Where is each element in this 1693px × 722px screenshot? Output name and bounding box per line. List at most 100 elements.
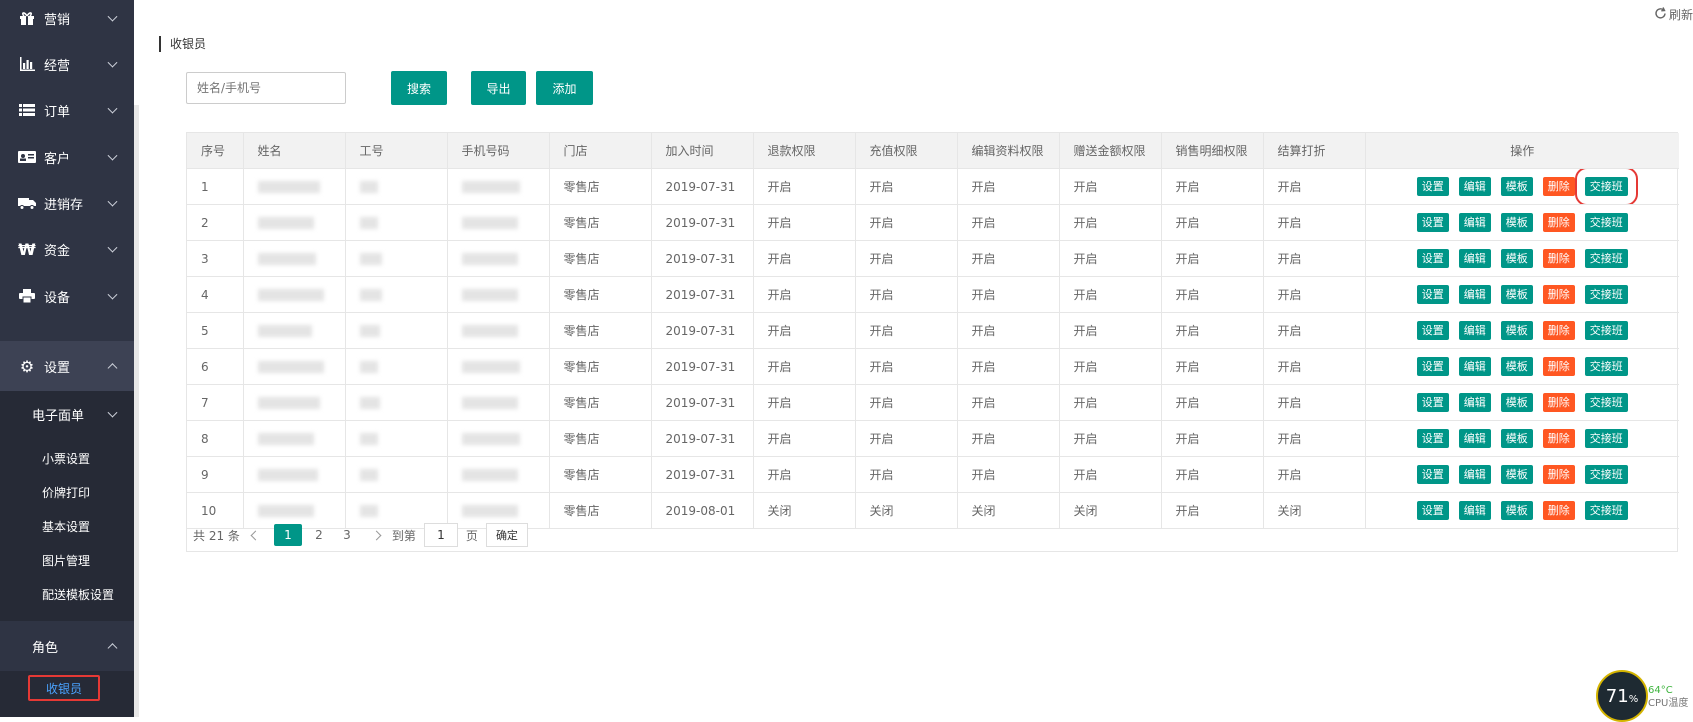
add-button[interactable]: 添加 <box>536 71 593 105</box>
edit-button[interactable]: 编辑 <box>1458 465 1491 484</box>
settings-button[interactable]: 设置 <box>1416 177 1449 196</box>
template-button[interactable]: 模板 <box>1500 285 1533 304</box>
settings-button[interactable]: 设置 <box>1416 501 1449 520</box>
template-button[interactable]: 模板 <box>1500 393 1533 412</box>
template-button[interactable]: 模板 <box>1500 357 1533 376</box>
sidebar-item-settings[interactable]: ⚙ 设置 <box>0 341 134 391</box>
sidebar-scrollbar[interactable] <box>134 105 139 717</box>
template-button[interactable]: 模板 <box>1500 321 1533 340</box>
sidebar-item-orders[interactable]: 订单 <box>0 85 134 135</box>
template-button[interactable]: 模板 <box>1500 249 1533 268</box>
delete-button[interactable]: 删除 <box>1542 429 1575 448</box>
settings-button[interactable]: 设置 <box>1416 285 1449 304</box>
page-3[interactable]: 3 <box>336 524 358 546</box>
joined-date-cell: 2019-07-31 <box>651 276 754 313</box>
delete-button[interactable]: 删除 <box>1542 357 1575 376</box>
sidebar-item-devices[interactable]: 设备 <box>0 271 134 321</box>
template-button[interactable]: 模板 <box>1500 465 1533 484</box>
sidebar-item-inventory[interactable]: 进销存 <box>0 178 134 228</box>
sidebar-sub-price-tag[interactable]: 价牌打印 <box>0 474 134 510</box>
delete-button[interactable]: 删除 <box>1542 321 1575 340</box>
shift-handover-button[interactable]: 交接班 <box>1584 429 1628 448</box>
page-2[interactable]: 2 <box>308 524 330 546</box>
shift-handover-button[interactable]: 交接班 <box>1584 321 1628 340</box>
column-header: 姓名 <box>243 133 346 169</box>
prev-page-icon[interactable] <box>250 530 261 540</box>
settings-button[interactable]: 设置 <box>1416 249 1449 268</box>
settings-button[interactable]: 设置 <box>1416 393 1449 412</box>
delete-button[interactable]: 删除 <box>1542 285 1575 304</box>
page-1[interactable]: 1 <box>273 524 302 546</box>
search-input[interactable] <box>186 72 346 104</box>
shift-handover-button[interactable]: 交接班 <box>1584 249 1628 268</box>
next-page-icon[interactable] <box>371 530 382 540</box>
sidebar-sub-basic[interactable]: 基本设置 <box>0 508 134 544</box>
staff-id-cell <box>345 348 448 385</box>
permission-cell: 开启 <box>1059 456 1162 493</box>
edit-button[interactable]: 编辑 <box>1458 213 1491 232</box>
delete-button[interactable]: 删除 <box>1542 177 1575 196</box>
settings-button[interactable]: 设置 <box>1416 357 1449 376</box>
actions-cell: 设置 编辑 模板 删除 交接班 <box>1365 348 1679 385</box>
permission-cell: 关闭 <box>1263 492 1366 529</box>
bar-chart-icon <box>18 56 36 72</box>
shift-handover-button[interactable]: 交接班 <box>1584 285 1628 304</box>
delete-button[interactable]: 删除 <box>1542 465 1575 484</box>
edit-button[interactable]: 编辑 <box>1458 249 1491 268</box>
sidebar-sub-receipt[interactable]: 小票设置 <box>0 440 134 476</box>
shift-handover-button[interactable]: 交接班 <box>1584 357 1628 376</box>
delete-button[interactable]: 删除 <box>1542 501 1575 520</box>
sidebar-item-funds[interactable]: ₩ 资金 <box>0 224 134 274</box>
settings-button[interactable]: 设置 <box>1416 465 1449 484</box>
sidebar-group-role[interactable]: 角色 <box>0 621 134 671</box>
settings-button[interactable]: 设置 <box>1416 429 1449 448</box>
sidebar-sub-cashier[interactable]: 收银员 <box>28 675 100 701</box>
goto-page-input[interactable] <box>423 523 458 547</box>
permission-cell: 开启 <box>753 312 856 349</box>
cpu-usage-gauge[interactable]: 71% <box>1596 670 1648 722</box>
shift-handover-button[interactable]: 交接班 <box>1584 465 1628 484</box>
redacted-value <box>461 181 520 193</box>
shift-handover-button[interactable]: 交接班 <box>1574 168 1638 204</box>
redacted-value <box>257 397 320 409</box>
shift-handover-button[interactable]: 交接班 <box>1584 213 1628 232</box>
phone-cell <box>447 456 550 493</box>
sidebar-item-customers[interactable]: 客户 <box>0 132 134 182</box>
template-button[interactable]: 模板 <box>1500 429 1533 448</box>
edit-button[interactable]: 编辑 <box>1458 357 1491 376</box>
sidebar-item-marketing[interactable]: 营销 <box>0 0 134 43</box>
goto-confirm-button[interactable]: 确定 <box>485 523 528 547</box>
edit-button[interactable]: 编辑 <box>1458 393 1491 412</box>
refresh-button[interactable]: 刷新 <box>1654 6 1693 23</box>
sidebar-item-label: 资金 <box>44 243 71 259</box>
edit-button[interactable]: 编辑 <box>1458 501 1491 520</box>
edit-button[interactable]: 编辑 <box>1458 285 1491 304</box>
sidebar-sub-delivery[interactable]: 配送模板设置 <box>0 576 134 612</box>
delete-button[interactable]: 删除 <box>1542 213 1575 232</box>
template-button[interactable]: 模板 <box>1500 177 1533 196</box>
edit-button[interactable]: 编辑 <box>1458 177 1491 196</box>
permission-cell: 开启 <box>1263 240 1366 277</box>
shift-handover-button[interactable]: 交接班 <box>1584 393 1628 412</box>
permission-cell: 关闭 <box>1059 492 1162 529</box>
edit-button[interactable]: 编辑 <box>1458 321 1491 340</box>
phone-cell <box>447 204 550 241</box>
delete-button[interactable]: 删除 <box>1542 393 1575 412</box>
edit-button[interactable]: 编辑 <box>1458 429 1491 448</box>
template-button[interactable]: 模板 <box>1500 501 1533 520</box>
template-button[interactable]: 模板 <box>1500 213 1533 232</box>
redacted-value <box>257 505 314 517</box>
truck-icon <box>18 195 36 211</box>
search-button[interactable]: 搜索 <box>391 71 447 105</box>
sidebar-item-business[interactable]: 经营 <box>0 39 134 89</box>
sidebar-sub-label: 基本设置 <box>42 519 91 534</box>
settings-button[interactable]: 设置 <box>1416 213 1449 232</box>
export-button[interactable]: 导出 <box>471 71 526 105</box>
delete-button[interactable]: 删除 <box>1542 249 1575 268</box>
shift-handover-button[interactable]: 交接班 <box>1584 501 1628 520</box>
sidebar-sub-images[interactable]: 图片管理 <box>0 542 134 578</box>
settings-button[interactable]: 设置 <box>1416 321 1449 340</box>
sidebar-sub-label: 配送模板设置 <box>42 587 115 602</box>
joined-date-cell: 2019-08-01 <box>651 492 754 529</box>
sidebar-group-eorder[interactable]: 电子面单 <box>0 391 134 437</box>
